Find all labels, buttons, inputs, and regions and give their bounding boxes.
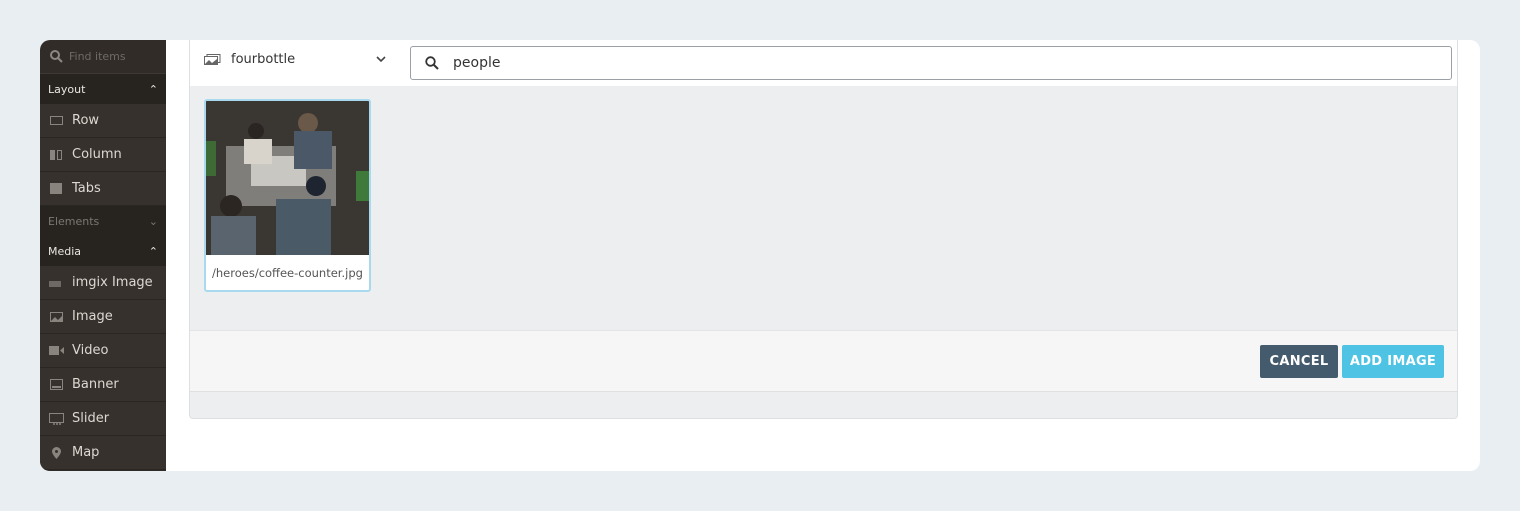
image-thumbnail bbox=[206, 101, 369, 255]
imgix-icon bbox=[48, 279, 64, 287]
video-icon bbox=[48, 346, 64, 355]
section-media[interactable]: Media ⌃ bbox=[40, 236, 166, 266]
sidebar-item-row[interactable]: Row bbox=[40, 104, 166, 138]
chevron-up-icon: ⌃ bbox=[148, 82, 158, 96]
section-layout[interactable]: Layout ⌃ bbox=[40, 74, 166, 104]
sidebar-item-column[interactable]: Column bbox=[40, 138, 166, 172]
image-icon bbox=[48, 311, 64, 322]
find-items-placeholder: Find items bbox=[69, 50, 126, 63]
sidebar-item-slider[interactable]: Slider bbox=[40, 402, 166, 436]
row-icon bbox=[48, 116, 64, 125]
section-elements[interactable]: Elements ⌄ bbox=[40, 206, 166, 236]
map-pin-icon bbox=[48, 446, 64, 459]
add-image-button[interactable]: ADD IMAGE bbox=[1342, 345, 1444, 378]
tabs-icon bbox=[48, 183, 64, 194]
image-result-card[interactable]: /heroes/coffee-counter.jpg bbox=[204, 99, 371, 292]
image-picker-panel: fourbottle people /heroes/coffee-counter… bbox=[189, 40, 1458, 419]
coffee-counter-photo bbox=[206, 101, 369, 255]
search-value: people bbox=[453, 55, 501, 71]
imgix-source-icon bbox=[204, 54, 221, 65]
sidebar-item-map[interactable]: Map bbox=[40, 436, 166, 470]
picker-toolbar: fourbottle people bbox=[190, 40, 1457, 86]
chevron-down-icon[interactable] bbox=[376, 56, 386, 63]
source-name: fourbottle bbox=[231, 52, 296, 67]
sidebar-item-image[interactable]: Image bbox=[40, 300, 166, 334]
chevron-up-icon: ⌃ bbox=[148, 244, 158, 258]
image-caption: /heroes/coffee-counter.jpg bbox=[212, 265, 363, 280]
source-select[interactable]: fourbottle bbox=[204, 52, 295, 67]
slider-icon bbox=[48, 412, 64, 425]
column-icon bbox=[48, 149, 64, 160]
image-search-input[interactable]: people bbox=[410, 46, 1452, 80]
find-items-input[interactable]: Find items bbox=[40, 40, 166, 74]
search-icon bbox=[425, 56, 439, 70]
chevron-down-icon: ⌄ bbox=[148, 214, 158, 228]
picker-footer: CANCEL ADD IMAGE bbox=[190, 330, 1457, 392]
app-frame: Find items Layout ⌃ Row Column Tabs Eleme… bbox=[40, 40, 1480, 471]
sidebar-item-imgix-image[interactable]: imgix Image bbox=[40, 266, 166, 300]
banner-icon bbox=[48, 379, 64, 390]
sidebar-item-banner[interactable]: Banner bbox=[40, 368, 166, 402]
search-icon bbox=[50, 50, 63, 63]
cancel-button[interactable]: CANCEL bbox=[1260, 345, 1338, 378]
sidebar-item-video[interactable]: Video bbox=[40, 334, 166, 368]
sidebar: Find items Layout ⌃ Row Column Tabs Eleme… bbox=[40, 40, 166, 471]
sidebar-item-tabs[interactable]: Tabs bbox=[40, 172, 166, 206]
